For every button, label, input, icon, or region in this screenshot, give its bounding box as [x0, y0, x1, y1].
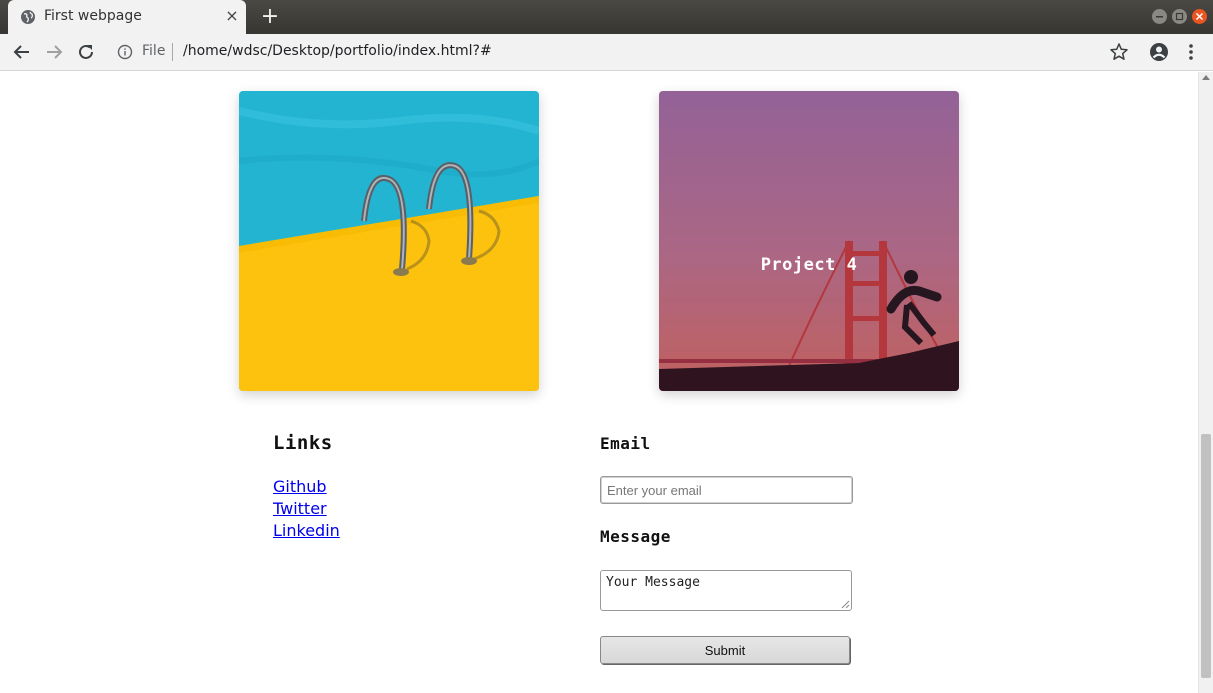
browser-tab[interactable]: First webpage ×: [8, 0, 246, 34]
back-arrow-icon[interactable]: [10, 40, 34, 64]
project-4-label: Project 4: [760, 255, 858, 275]
kebab-menu-icon[interactable]: [1182, 41, 1200, 63]
url-scheme-label: File: [142, 43, 166, 59]
scrollbar-thumb[interactable]: [1201, 434, 1211, 678]
resize-grip-icon[interactable]: [840, 599, 850, 609]
window-titlebar: First webpage × +: [0, 0, 1213, 34]
project-card-3[interactable]: [239, 91, 539, 391]
submit-button[interactable]: Submit: [600, 636, 850, 664]
page-scrollbar[interactable]: [1198, 72, 1213, 693]
info-icon[interactable]: [117, 44, 133, 60]
card-4-overlay: [659, 91, 959, 391]
linkedin-link[interactable]: Linkedin: [273, 520, 340, 542]
tab-title: First webpage: [44, 8, 142, 24]
email-label: Email: [600, 434, 651, 453]
address-bar[interactable]: /home/wdsc/Desktop/portfolio/index.html?…: [183, 43, 492, 59]
email-field[interactable]: [600, 476, 853, 504]
new-tab-button[interactable]: +: [258, 5, 282, 29]
url-separator: [172, 43, 173, 61]
pool-ladder-image: [239, 91, 539, 391]
profile-icon[interactable]: [1148, 41, 1170, 63]
browser-toolbar: File /home/wdsc/Desktop/portfolio/index.…: [0, 34, 1213, 71]
minimize-icon[interactable]: [1152, 9, 1167, 24]
github-link[interactable]: Github: [273, 476, 340, 498]
twitter-link[interactable]: Twitter: [273, 498, 340, 520]
links-section: Links Github Twitter Linkedin: [273, 432, 553, 540]
star-icon[interactable]: [1108, 41, 1130, 63]
close-icon[interactable]: [1192, 9, 1207, 24]
globe-icon: [21, 10, 35, 24]
project-card-4[interactable]: Project 4: [659, 91, 959, 391]
reload-icon[interactable]: [74, 40, 98, 64]
forward-arrow-icon[interactable]: [42, 40, 66, 64]
links-list: Github Twitter Linkedin: [273, 476, 340, 542]
links-heading: Links: [273, 432, 333, 454]
scroll-up-arrow-icon[interactable]: [1202, 75, 1210, 80]
message-textarea[interactable]: Your Message: [600, 570, 852, 611]
message-label: Message: [600, 527, 671, 546]
page-viewport: Project 4 Links Github Twitter Linkedin …: [0, 72, 1198, 693]
tab-close-icon[interactable]: ×: [224, 8, 240, 24]
maximize-icon[interactable]: [1172, 9, 1187, 24]
